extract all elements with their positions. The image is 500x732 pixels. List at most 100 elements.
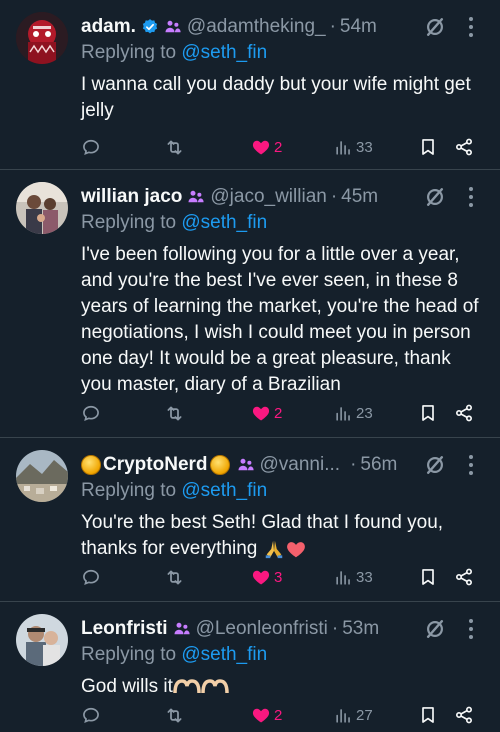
- subscriber-icon: [164, 18, 182, 36]
- repost-icon: [164, 567, 185, 588]
- like-button[interactable]: 2: [251, 137, 282, 157]
- display-name[interactable]: willian jaco: [81, 186, 182, 208]
- more-icon[interactable]: [468, 455, 474, 475]
- reply-icon: [81, 137, 101, 157]
- tweet-text: I wanna call you daddy but your wife mig…: [81, 74, 471, 121]
- reply-button[interactable]: [81, 705, 101, 725]
- views-button[interactable]: 23: [334, 404, 373, 423]
- heart-icon: [251, 137, 271, 157]
- like-count: 3: [274, 568, 283, 586]
- user-handle[interactable]: @adamtheking_: [187, 16, 326, 38]
- coin-emoji-icon: [81, 455, 101, 475]
- user-handle[interactable]: @jaco_willian: [210, 186, 326, 208]
- repost-icon: [164, 705, 185, 726]
- display-name[interactable]: adam.: [81, 16, 136, 38]
- views-icon: [334, 568, 353, 587]
- mention-link[interactable]: @seth_fin: [181, 480, 267, 501]
- subscriber-icon: [187, 188, 205, 206]
- bookmark-button[interactable]: [418, 705, 438, 725]
- like-count: 2: [274, 404, 283, 422]
- separator-dot: ·: [330, 186, 338, 207]
- repost-button[interactable]: [164, 567, 185, 588]
- views-button[interactable]: 33: [334, 568, 373, 587]
- tweet-text: God wills it: [81, 674, 480, 700]
- bookmark-button[interactable]: [418, 137, 438, 157]
- timestamp[interactable]: 56m: [360, 454, 397, 476]
- reply-tweet[interactable]: willian jaco @jaco_willian · 45m Replyin…: [0, 170, 500, 438]
- user-handle[interactable]: @vanni...: [260, 454, 341, 476]
- view-count: 33: [356, 568, 373, 586]
- user-handle[interactable]: @Leonleonfristi: [196, 618, 328, 640]
- subscriber-icon: [237, 456, 255, 474]
- repost-icon: [164, 403, 185, 424]
- repost-button[interactable]: [164, 137, 185, 158]
- replying-to-label: Replying to: [81, 212, 182, 233]
- separator-dot: ·: [329, 16, 336, 37]
- bookmark-icon: [418, 705, 438, 725]
- share-button[interactable]: [454, 403, 474, 423]
- praying-hands-icon: [265, 540, 282, 559]
- display-name[interactable]: Leonfristi: [81, 618, 168, 640]
- grok-icon[interactable]: [424, 454, 446, 476]
- reply-button[interactable]: [81, 567, 101, 587]
- share-icon: [454, 705, 474, 725]
- replying-to-label: Replying to: [81, 42, 182, 63]
- bookmark-icon: [418, 403, 438, 423]
- reply-tweet[interactable]: CryptoNerd @vanni... · 56m Replying to @…: [0, 438, 500, 602]
- verified-badge-icon: [141, 18, 159, 36]
- like-button[interactable]: 2: [251, 705, 282, 725]
- share-button[interactable]: [454, 567, 474, 587]
- replying-to: Replying to @seth_fin: [81, 644, 267, 666]
- replying-to: Replying to @seth_fin: [81, 480, 267, 502]
- more-icon[interactable]: [468, 17, 474, 37]
- view-count: 33: [356, 138, 373, 156]
- bookmark-button[interactable]: [418, 403, 438, 423]
- avatar[interactable]: [16, 182, 68, 234]
- views-icon: [334, 404, 353, 423]
- repost-button[interactable]: [164, 403, 185, 424]
- reply-tweet[interactable]: Leonfristi @Leonleonfristi · 53m Replyin…: [0, 602, 500, 732]
- display-name[interactable]: CryptoNerd: [103, 454, 208, 476]
- views-button[interactable]: 27: [334, 706, 373, 725]
- view-count: 27: [356, 706, 373, 724]
- heart-icon: [251, 567, 271, 587]
- avatar[interactable]: [16, 12, 68, 64]
- replying-to: Replying to @seth_fin: [81, 42, 267, 64]
- like-count: 2: [274, 706, 283, 724]
- grok-icon[interactable]: [424, 186, 446, 208]
- timestamp[interactable]: 54m: [340, 16, 377, 38]
- share-button[interactable]: [454, 705, 474, 725]
- more-icon[interactable]: [468, 187, 474, 207]
- reply-button[interactable]: [81, 137, 101, 157]
- avatar[interactable]: [16, 450, 68, 502]
- tweet-text-content: God wills it: [81, 676, 173, 697]
- grok-icon[interactable]: [424, 618, 446, 640]
- repost-button[interactable]: [164, 705, 185, 726]
- heart-icon: [251, 403, 271, 423]
- timestamp[interactable]: 53m: [342, 618, 379, 640]
- heart-hands-icon: [173, 679, 229, 694]
- separator-dot: ·: [331, 618, 339, 639]
- replying-to-label: Replying to: [81, 644, 182, 665]
- repost-icon: [164, 137, 185, 158]
- bookmark-icon: [418, 137, 438, 157]
- avatar-image: [16, 614, 68, 666]
- mention-link[interactable]: @seth_fin: [181, 42, 267, 63]
- like-button[interactable]: 3: [251, 567, 282, 587]
- mention-link[interactable]: @seth_fin: [181, 644, 267, 665]
- subscriber-icon: [173, 620, 191, 638]
- reply-button[interactable]: [81, 403, 101, 423]
- reply-icon: [81, 403, 101, 423]
- action-bar: 3 33: [81, 564, 486, 590]
- avatar[interactable]: [16, 614, 68, 666]
- views-button[interactable]: 33: [334, 138, 373, 157]
- timestamp[interactable]: 45m: [341, 186, 378, 208]
- more-icon[interactable]: [468, 619, 474, 639]
- reply-tweet[interactable]: adam. @adamtheking_ · 54m Replying to @s…: [0, 0, 500, 170]
- share-button[interactable]: [454, 137, 474, 157]
- grok-icon[interactable]: [424, 16, 446, 38]
- mention-link[interactable]: @seth_fin: [181, 212, 267, 233]
- like-button[interactable]: 2: [251, 403, 282, 423]
- bookmark-button[interactable]: [418, 567, 438, 587]
- bookmark-icon: [418, 567, 438, 587]
